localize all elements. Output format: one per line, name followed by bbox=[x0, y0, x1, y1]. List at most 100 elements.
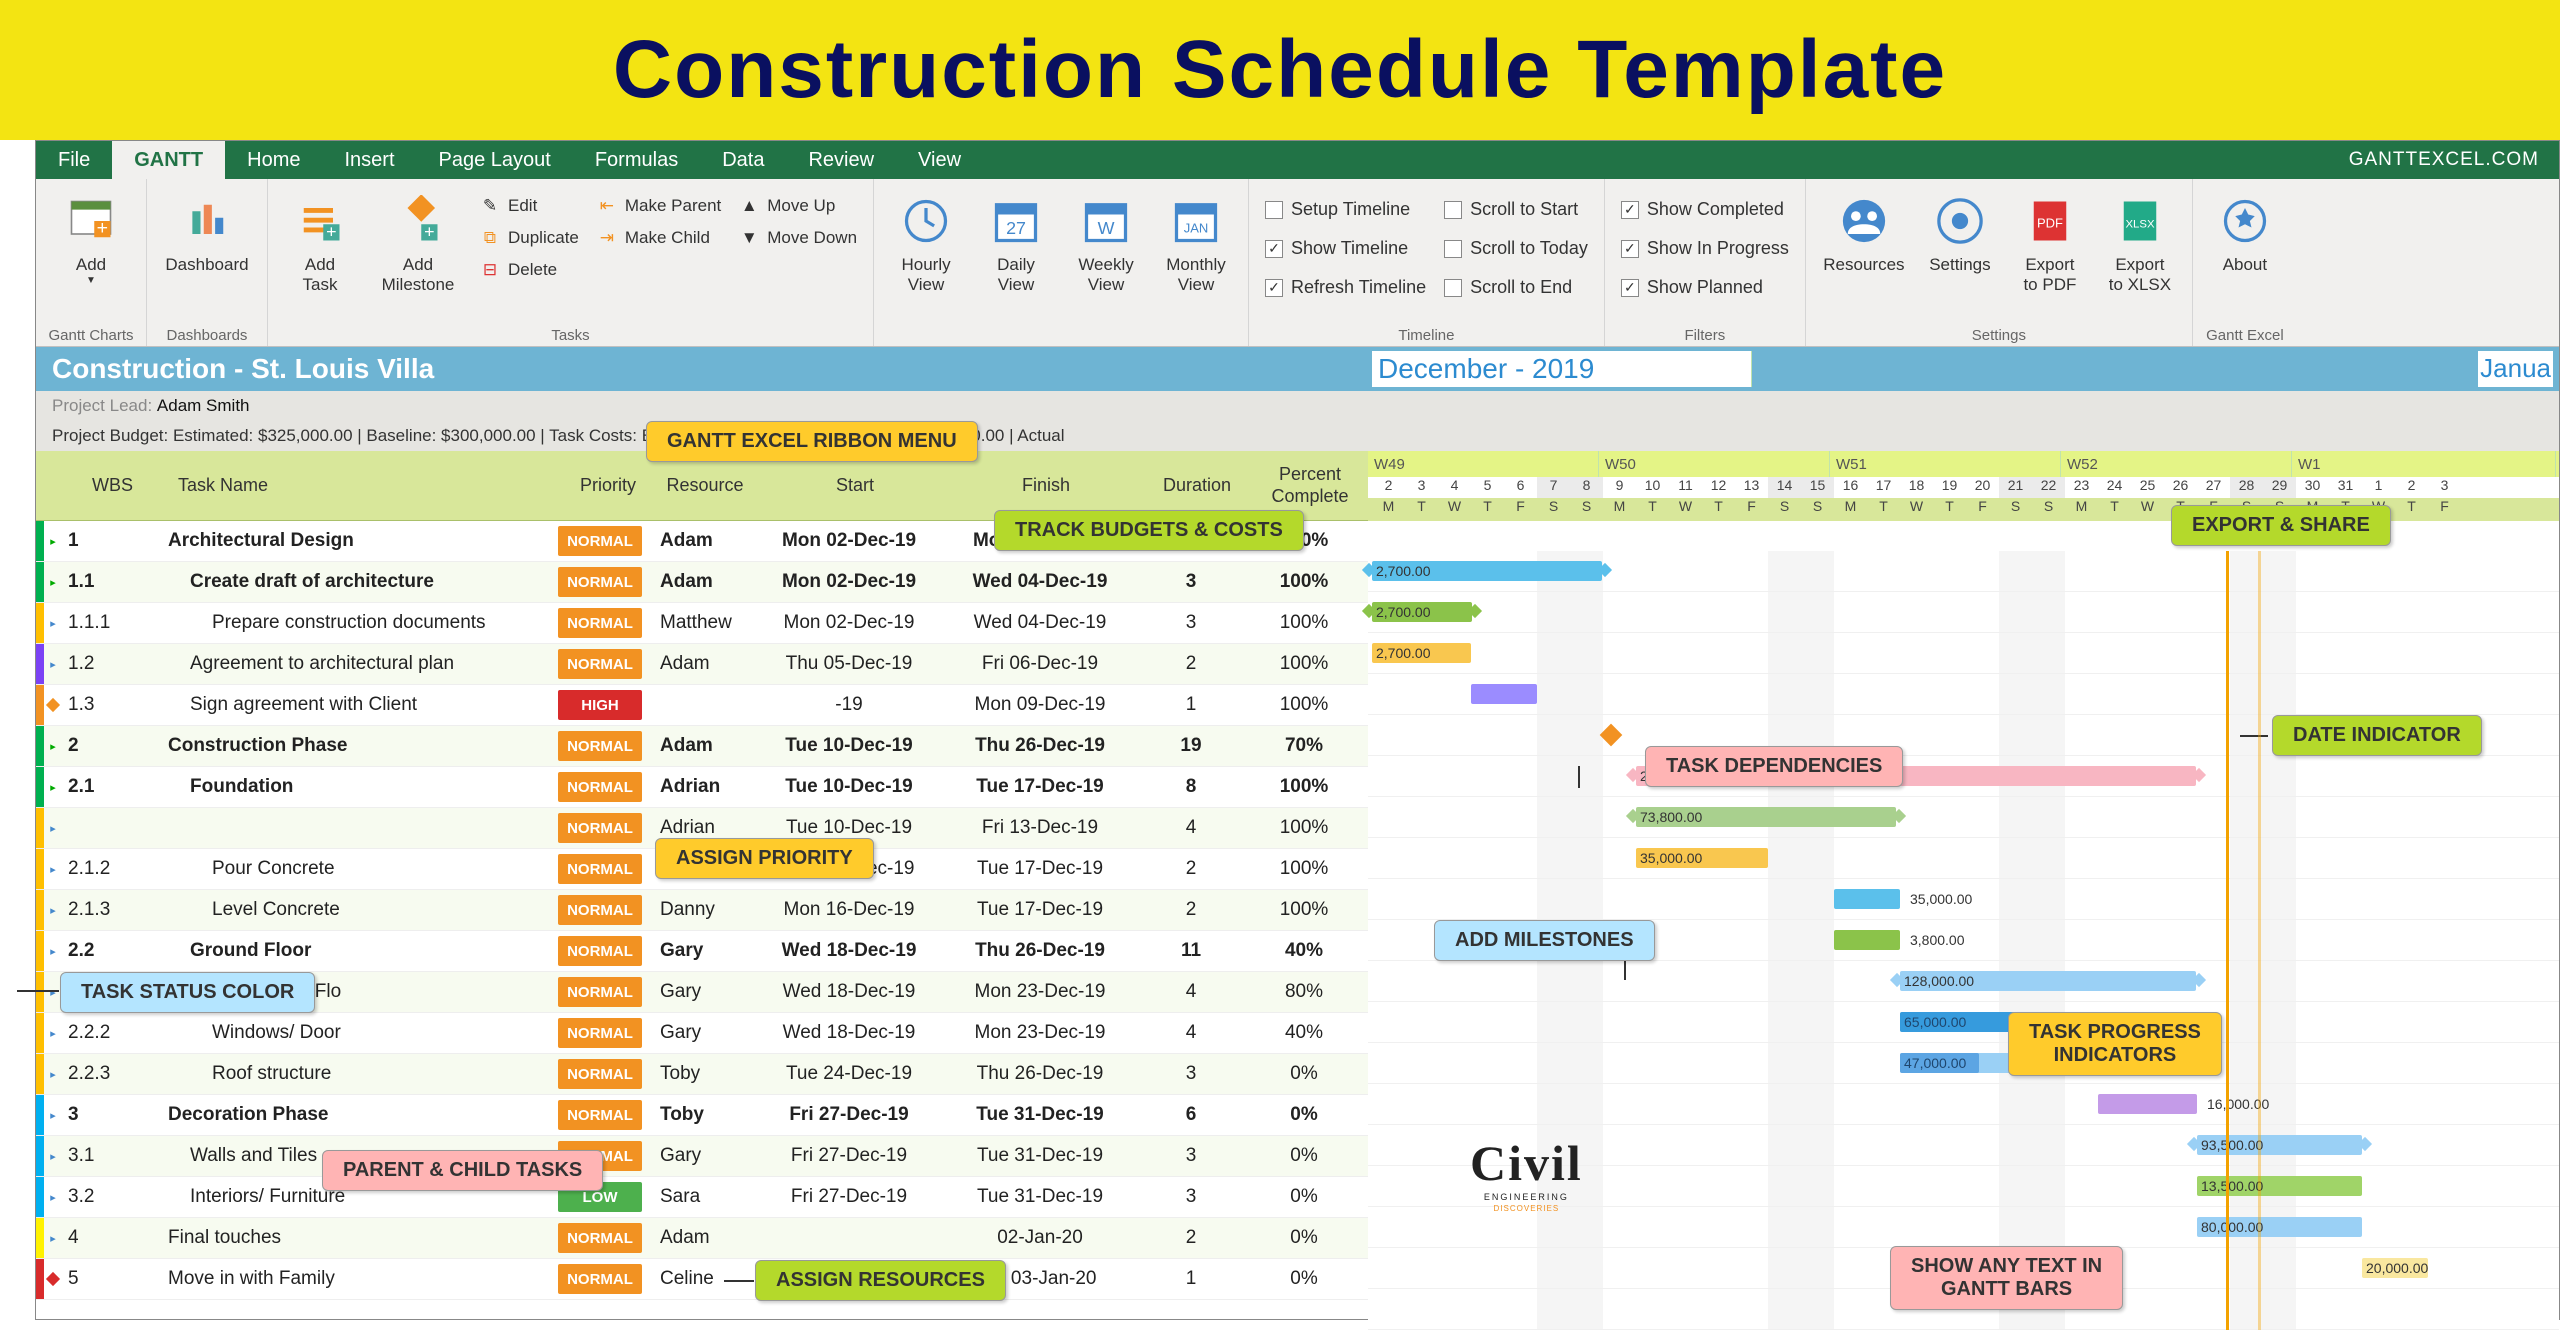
wbs-cell[interactable]: 1.3 bbox=[62, 694, 160, 716]
start-cell[interactable]: Tue 10-Dec-19 bbox=[754, 776, 944, 798]
gantt-bar[interactable]: 13,500.00 bbox=[2197, 1176, 2362, 1196]
gantt-bar[interactable] bbox=[1471, 684, 1537, 704]
task-name-cell[interactable]: Agreement to architectural plan bbox=[160, 653, 556, 675]
dashboard-button[interactable]: Dashboard bbox=[157, 185, 257, 279]
task-name-cell[interactable]: Architectural Design bbox=[160, 530, 556, 552]
export-xlsx-button[interactable]: XLSXExport to XLSX bbox=[2098, 185, 2182, 299]
start-cell[interactable]: Fri 27-Dec-19 bbox=[754, 1104, 944, 1126]
task-row[interactable]: 1.3 Sign agreement with Client HIGH -19 … bbox=[36, 685, 1368, 726]
resource-cell[interactable]: Adam bbox=[644, 571, 754, 593]
pct-cell[interactable]: 100% bbox=[1246, 653, 1362, 675]
priority-cell[interactable]: NORMAL bbox=[558, 731, 642, 761]
resource-cell[interactable]: Adam bbox=[644, 1227, 754, 1249]
pct-cell[interactable]: 100% bbox=[1246, 694, 1362, 716]
duration-cell[interactable]: 3 bbox=[1136, 1186, 1246, 1208]
menu-data[interactable]: Data bbox=[700, 141, 786, 179]
duration-cell[interactable]: 3 bbox=[1136, 1063, 1246, 1085]
scroll-start-check[interactable]: Scroll to Start bbox=[1438, 195, 1594, 224]
gantt-bar[interactable]: 20,000.00 bbox=[2362, 1258, 2428, 1278]
task-row[interactable]: ▸ 2.1.3 Level Concrete NORMAL Danny Mon … bbox=[36, 890, 1368, 931]
monthly-view-button[interactable]: JANMonthly View bbox=[1154, 185, 1238, 299]
task-row[interactable]: ▸ 4 Final touches NORMAL Adam 02-Jan-20 … bbox=[36, 1218, 1368, 1259]
add-milestone-button[interactable]: + Add Milestone bbox=[368, 185, 468, 299]
pct-cell[interactable]: 100% bbox=[1246, 776, 1362, 798]
col-finish[interactable]: Finish bbox=[950, 475, 1142, 496]
finish-cell[interactable]: Tue 17-Dec-19 bbox=[944, 899, 1136, 921]
priority-cell[interactable]: NORMAL bbox=[558, 1018, 642, 1048]
priority-cell[interactable]: NORMAL bbox=[558, 1100, 642, 1130]
setup-timeline-check[interactable]: Setup Timeline bbox=[1259, 195, 1432, 224]
edit-button[interactable]: ✎Edit bbox=[474, 191, 585, 221]
resource-cell[interactable]: Danny bbox=[644, 899, 754, 921]
task-row[interactable]: ▸ 1.2 Agreement to architectural plan NO… bbox=[36, 644, 1368, 685]
pct-cell[interactable]: 0% bbox=[1246, 1104, 1362, 1126]
expand-icon[interactable]: ▸ bbox=[44, 1150, 62, 1163]
start-cell[interactable]: Wed 18-Dec-19 bbox=[754, 940, 944, 962]
wbs-cell[interactable]: 1.1.1 bbox=[62, 612, 160, 634]
expand-icon[interactable]: ▸ bbox=[44, 904, 62, 917]
finish-cell[interactable]: Tue 31-Dec-19 bbox=[944, 1145, 1136, 1167]
finish-cell[interactable]: Mon 23-Dec-19 bbox=[944, 981, 1136, 1003]
col-name[interactable]: Task Name bbox=[170, 475, 566, 496]
refresh-timeline-check[interactable]: ✓Refresh Timeline bbox=[1259, 273, 1432, 302]
duration-cell[interactable]: 2 bbox=[1136, 858, 1246, 880]
expand-icon[interactable] bbox=[44, 1274, 62, 1284]
gantt-bar[interactable]: 80,000.00 bbox=[2197, 1217, 2362, 1237]
add-chart-button[interactable]: + Add ▼ bbox=[46, 185, 136, 290]
task-row[interactable]: 5 Move in with Family NORMAL Celine Fri … bbox=[36, 1259, 1368, 1300]
priority-cell[interactable]: NORMAL bbox=[558, 936, 642, 966]
start-cell[interactable]: Wed 18-Dec-19 bbox=[754, 981, 944, 1003]
expand-icon[interactable]: ▸ bbox=[44, 781, 62, 794]
pct-cell[interactable]: 40% bbox=[1246, 1022, 1362, 1044]
gantt-bar[interactable]: 35,000.00 bbox=[1636, 848, 1768, 868]
finish-cell[interactable]: Fri 06-Dec-19 bbox=[944, 653, 1136, 675]
pct-cell[interactable]: 70% bbox=[1246, 735, 1362, 757]
task-row[interactable]: ▸ 2.2.2 Windows/ Door NORMAL Gary Wed 18… bbox=[36, 1013, 1368, 1054]
duration-cell[interactable]: 3 bbox=[1136, 1145, 1246, 1167]
duration-cell[interactable]: 3 bbox=[1136, 612, 1246, 634]
finish-cell[interactable]: Tue 31-Dec-19 bbox=[944, 1186, 1136, 1208]
resource-cell[interactable]: Adrian bbox=[644, 817, 754, 839]
task-name-cell[interactable]: Move in with Family bbox=[160, 1268, 556, 1290]
wbs-cell[interactable]: 3.1 bbox=[62, 1145, 160, 1167]
expand-icon[interactable]: ▸ bbox=[44, 617, 62, 630]
duration-cell[interactable]: 1 bbox=[1136, 1268, 1246, 1290]
start-cell[interactable]: Tue 10-Dec-19 bbox=[754, 817, 944, 839]
resource-cell[interactable]: Gary bbox=[644, 981, 754, 1003]
gantt-bar[interactable]: 2,700.00 bbox=[1372, 602, 1472, 622]
gantt-bar[interactable]: 128,000.00 bbox=[1900, 971, 2196, 991]
finish-cell[interactable]: 02-Jan-20 bbox=[944, 1227, 1136, 1249]
col-start[interactable]: Start bbox=[760, 475, 950, 496]
task-name-cell[interactable]: Pour Concrete bbox=[160, 858, 556, 880]
expand-icon[interactable]: ▸ bbox=[44, 1027, 62, 1040]
expand-icon[interactable]: ▸ bbox=[44, 945, 62, 958]
task-row[interactable]: ▸ 3.1 Walls and Tiles NORMAL Gary Fri 27… bbox=[36, 1136, 1368, 1177]
expand-icon[interactable]: ▸ bbox=[44, 1232, 62, 1245]
daily-view-button[interactable]: 27Daily View bbox=[974, 185, 1058, 299]
wbs-cell[interactable]: 5 bbox=[62, 1268, 160, 1290]
scroll-end-check[interactable]: Scroll to End bbox=[1438, 273, 1594, 302]
duration-cell[interactable]: 3 bbox=[1136, 571, 1246, 593]
menu-view[interactable]: View bbox=[896, 141, 983, 179]
task-row[interactable]: ▸ 2.2 Ground Floor NORMAL Gary Wed 18-De… bbox=[36, 931, 1368, 972]
export-pdf-button[interactable]: PDFExport to PDF bbox=[2008, 185, 2092, 299]
task-name-cell[interactable]: Create draft of architecture bbox=[160, 571, 556, 593]
pct-cell[interactable]: 40% bbox=[1246, 940, 1362, 962]
finish-cell[interactable]: Wed 04-Dec-19 bbox=[944, 571, 1136, 593]
menu-gantt[interactable]: GANTT bbox=[112, 141, 225, 179]
wbs-cell[interactable]: 3 bbox=[62, 1104, 160, 1126]
task-row[interactable]: ▸ 2 Construction Phase NORMAL Adam Tue 1… bbox=[36, 726, 1368, 767]
finish-cell[interactable]: Thu 26-Dec-19 bbox=[944, 940, 1136, 962]
menu-formulas[interactable]: Formulas bbox=[573, 141, 700, 179]
resource-cell[interactable]: Matthew bbox=[644, 612, 754, 634]
resource-cell[interactable]: Adam bbox=[644, 653, 754, 675]
expand-icon[interactable]: ▸ bbox=[44, 658, 62, 671]
resource-cell[interactable]: Gary bbox=[644, 940, 754, 962]
task-name-cell[interactable]: Final touches bbox=[160, 1227, 556, 1249]
wbs-cell[interactable]: 1.2 bbox=[62, 653, 160, 675]
finish-cell[interactable]: Tue 17-Dec-19 bbox=[944, 858, 1136, 880]
priority-cell[interactable]: NORMAL bbox=[558, 526, 642, 556]
show-planned-check[interactable]: ✓Show Planned bbox=[1615, 273, 1795, 302]
priority-cell[interactable]: NORMAL bbox=[558, 1223, 642, 1253]
hourly-view-button[interactable]: Hourly View bbox=[884, 185, 968, 299]
